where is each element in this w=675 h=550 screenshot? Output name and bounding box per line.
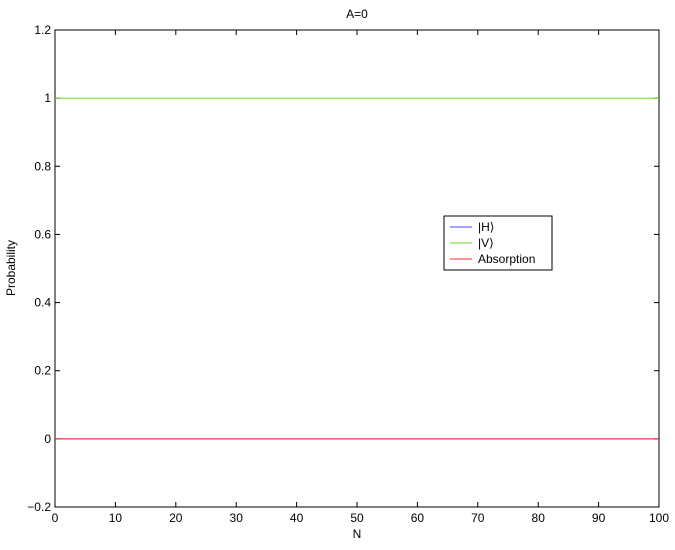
legend-label: |V⟩ bbox=[478, 236, 494, 250]
x-tick-label: 90 bbox=[592, 511, 606, 525]
y-tick-label: 1 bbox=[44, 91, 51, 105]
plot-frame bbox=[54, 29, 660, 508]
y-tick-label: 0.2 bbox=[34, 364, 51, 378]
y-tick-label: −0.2 bbox=[27, 500, 51, 514]
legend-label: Absorption bbox=[478, 252, 535, 266]
x-tick-label: 0 bbox=[52, 511, 59, 525]
x-tick-label: 70 bbox=[471, 511, 485, 525]
y-tick-label: 0.8 bbox=[34, 159, 51, 173]
x-tick-label: 40 bbox=[290, 511, 304, 525]
x-tick-label: 30 bbox=[230, 511, 244, 525]
x-tick-label: 100 bbox=[649, 511, 669, 525]
x-tick-label: 60 bbox=[411, 511, 425, 525]
legend-label: |H⟩ bbox=[478, 220, 494, 234]
x-axis-label: N bbox=[353, 527, 362, 541]
x-tick-label: 20 bbox=[169, 511, 183, 525]
x-tick-label: 80 bbox=[532, 511, 546, 525]
chart: A=0 Probability N 0 10 20 30 40 50 60 70 80 90 100… bbox=[4, 7, 669, 541]
y-tick-label: 0.4 bbox=[34, 296, 51, 310]
y-tick-label: 0 bbox=[44, 432, 51, 446]
x-tick-label: 10 bbox=[109, 511, 123, 525]
y-axis-label: Probability bbox=[4, 240, 18, 296]
y-tick-label: 0.6 bbox=[34, 227, 51, 241]
chart-title: A=0 bbox=[346, 7, 368, 21]
x-tick-label: 50 bbox=[350, 511, 364, 525]
y-tick-label: 1.2 bbox=[34, 23, 51, 37]
